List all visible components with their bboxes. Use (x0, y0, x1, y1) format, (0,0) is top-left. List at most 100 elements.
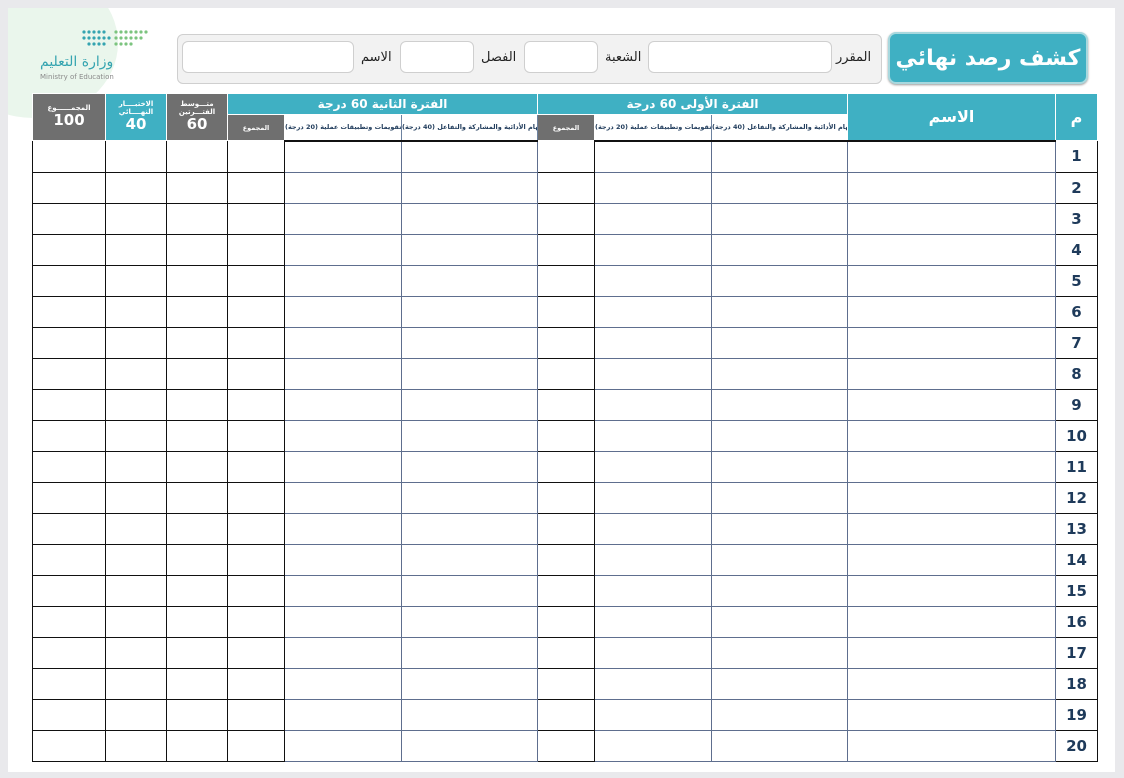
period2-tasks-cell[interactable] (401, 171, 538, 204)
final-exam-cell[interactable] (105, 202, 167, 235)
period2-assess-cell[interactable] (284, 326, 402, 359)
average-cell[interactable] (166, 295, 228, 328)
student-name-cell[interactable] (847, 264, 1057, 297)
total-cell[interactable] (32, 636, 106, 669)
average-cell[interactable] (166, 233, 228, 266)
final-exam-cell[interactable] (105, 481, 167, 514)
average-cell[interactable] (166, 140, 228, 173)
period1-tasks-cell[interactable] (710, 419, 849, 452)
student-name-cell[interactable] (847, 233, 1057, 266)
period1-tasks-cell[interactable] (710, 605, 849, 638)
period1-tasks-cell[interactable] (710, 512, 849, 545)
period2-assess-cell[interactable] (284, 605, 402, 638)
student-name-cell[interactable] (847, 636, 1057, 669)
period2-tasks-cell[interactable] (401, 139, 538, 173)
final-exam-cell[interactable] (105, 512, 167, 545)
average-cell[interactable] (166, 326, 228, 359)
period2-total-cell[interactable] (227, 450, 285, 483)
period2-assess-cell[interactable] (284, 512, 402, 545)
student-name-cell[interactable] (847, 667, 1057, 700)
period2-assess-cell[interactable] (284, 543, 402, 576)
period1-total-cell[interactable] (537, 357, 595, 390)
average-cell[interactable] (166, 729, 228, 762)
total-cell[interactable] (32, 388, 106, 421)
period1-total-cell[interactable] (537, 667, 595, 700)
period2-total-cell[interactable] (227, 419, 285, 452)
average-cell[interactable] (166, 202, 228, 235)
period2-tasks-cell[interactable] (401, 450, 538, 483)
student-name-cell[interactable] (847, 357, 1057, 390)
average-cell[interactable] (166, 481, 228, 514)
student-name-cell[interactable] (847, 202, 1057, 235)
total-cell[interactable] (32, 512, 106, 545)
period2-total-cell[interactable] (227, 326, 285, 359)
period1-assess-cell[interactable] (594, 450, 712, 483)
period2-total-cell[interactable] (227, 295, 285, 328)
final-exam-cell[interactable] (105, 419, 167, 452)
period2-tasks-cell[interactable] (401, 574, 538, 607)
period1-tasks-cell[interactable] (710, 543, 849, 576)
student-name-cell[interactable] (847, 729, 1057, 762)
total-cell[interactable] (32, 326, 106, 359)
period1-tasks-cell[interactable] (710, 574, 849, 607)
total-cell[interactable] (32, 450, 106, 483)
average-cell[interactable] (166, 605, 228, 638)
period1-assess-cell[interactable] (594, 605, 712, 638)
period2-assess-cell[interactable] (284, 574, 402, 607)
final-exam-cell[interactable] (105, 698, 167, 731)
period1-total-cell[interactable] (537, 140, 595, 173)
period2-assess-cell[interactable] (284, 171, 402, 204)
period1-tasks-cell[interactable] (710, 698, 849, 731)
period2-assess-cell[interactable] (284, 295, 402, 328)
average-cell[interactable] (166, 512, 228, 545)
course-input[interactable] (648, 41, 832, 73)
period1-assess-cell[interactable] (594, 233, 712, 266)
student-name-cell[interactable] (847, 574, 1057, 607)
period2-total-cell[interactable] (227, 233, 285, 266)
period1-tasks-cell[interactable] (710, 295, 849, 328)
period1-total-cell[interactable] (537, 295, 595, 328)
period2-total-cell[interactable] (227, 636, 285, 669)
section-input[interactable] (524, 41, 598, 73)
period2-total-cell[interactable] (227, 543, 285, 576)
average-cell[interactable] (166, 264, 228, 297)
period1-total-cell[interactable] (537, 264, 595, 297)
total-cell[interactable] (32, 543, 106, 576)
total-cell[interactable] (32, 481, 106, 514)
period2-assess-cell[interactable] (284, 202, 402, 235)
period1-total-cell[interactable] (537, 512, 595, 545)
average-cell[interactable] (166, 450, 228, 483)
period1-tasks-cell[interactable] (710, 233, 849, 266)
period1-total-cell[interactable] (537, 388, 595, 421)
period1-assess-cell[interactable] (594, 574, 712, 607)
period2-tasks-cell[interactable] (401, 388, 538, 421)
period2-assess-cell[interactable] (284, 357, 402, 390)
total-cell[interactable] (32, 233, 106, 266)
period2-tasks-cell[interactable] (401, 512, 538, 545)
period2-assess-cell[interactable] (284, 264, 402, 297)
period1-tasks-cell[interactable] (710, 357, 849, 390)
period2-tasks-cell[interactable] (401, 295, 538, 328)
period1-assess-cell[interactable] (594, 636, 712, 669)
total-cell[interactable] (32, 295, 106, 328)
period1-total-cell[interactable] (537, 543, 595, 576)
period1-tasks-cell[interactable] (710, 388, 849, 421)
period1-tasks-cell[interactable] (710, 202, 849, 235)
period2-assess-cell[interactable] (284, 667, 402, 700)
period1-assess-cell[interactable] (594, 357, 712, 390)
period2-assess-cell[interactable] (284, 233, 402, 266)
total-cell[interactable] (32, 171, 106, 204)
final-exam-cell[interactable] (105, 357, 167, 390)
period1-total-cell[interactable] (537, 574, 595, 607)
average-cell[interactable] (166, 357, 228, 390)
period2-total-cell[interactable] (227, 264, 285, 297)
period1-tasks-cell[interactable] (710, 481, 849, 514)
average-cell[interactable] (166, 543, 228, 576)
final-exam-cell[interactable] (105, 605, 167, 638)
final-exam-cell[interactable] (105, 326, 167, 359)
period1-assess-cell[interactable] (594, 295, 712, 328)
final-exam-cell[interactable] (105, 171, 167, 204)
total-cell[interactable] (32, 357, 106, 390)
period1-total-cell[interactable] (537, 605, 595, 638)
final-exam-cell[interactable] (105, 729, 167, 762)
